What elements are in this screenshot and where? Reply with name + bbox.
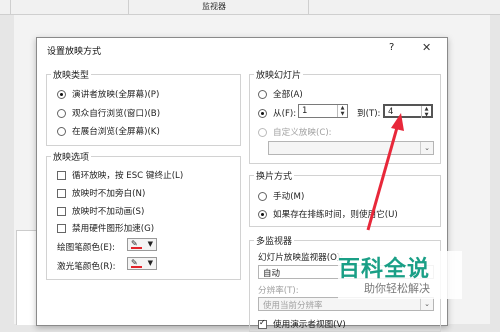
watermark-title: 百科全说: [338, 257, 431, 282]
arrow-shaft: [366, 123, 400, 231]
watermark-subtitle: 助你轻松解决: [364, 282, 430, 295]
arrow-head-icon: [391, 113, 404, 131]
watermark-logo: 百科全说 助你轻松解决: [338, 251, 462, 299]
